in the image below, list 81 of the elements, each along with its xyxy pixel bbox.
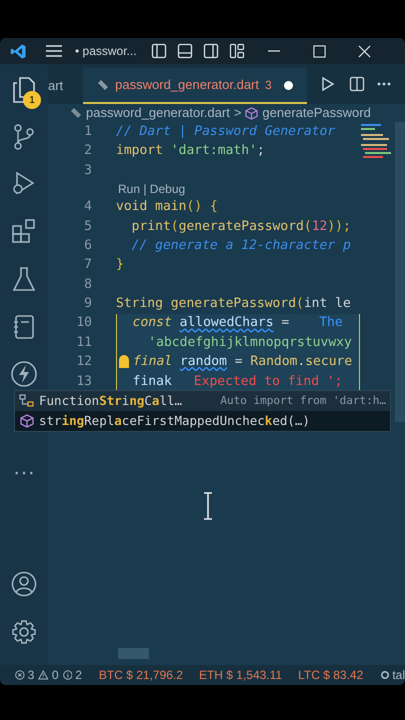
class-icon — [19, 394, 35, 408]
horizontal-scrollbar[interactable] — [118, 648, 149, 659]
info-count[interactable]: 2 — [75, 666, 82, 684]
cube-icon — [19, 414, 35, 428]
code-line: print(generatePassword(12)); — [130, 218, 351, 236]
account-icon[interactable] — [11, 571, 37, 597]
maximize-icon[interactable] — [312, 44, 326, 58]
suggestion-item[interactable]: FunctionStringCall… Auto import from 'dart:h… — [15, 391, 390, 411]
problem-count: 3 — [264, 77, 272, 94]
split-editor-icon[interactable] — [348, 76, 365, 92]
lightning-icon[interactable] — [10, 360, 38, 388]
error-count[interactable]: 3 — [28, 666, 34, 684]
line-number: 8 — [83, 276, 93, 294]
price-ticker[interactable]: BTC $ 21,796.2 — [98, 666, 183, 684]
lightbulb-icon[interactable] — [119, 355, 129, 368]
info-icon — [62, 669, 72, 681]
suggestion-item[interactable]: stringReplaceFirstMappedUnchecked(…) — [15, 411, 390, 431]
line-number: 3 — [83, 162, 93, 180]
code-line: final random = Random.secure — [133, 353, 352, 372]
line-number: 5 — [83, 218, 93, 236]
suggestion-label: FunctionStringCall… — [39, 392, 182, 410]
line-number: 11 — [75, 334, 93, 352]
extensions-icon[interactable] — [11, 218, 37, 244]
cube-icon — [245, 106, 258, 120]
sidebar-layout-icon[interactable] — [150, 43, 167, 59]
close-icon[interactable] — [358, 44, 371, 58]
line-number: 10 — [75, 314, 93, 332]
line-number: 6 — [83, 236, 93, 255]
status-item-icon — [381, 670, 390, 680]
breadcrumb-item[interactable]: password_generator.dart — [86, 103, 230, 123]
line-number: 4 — [83, 198, 93, 216]
editor-tab[interactable]: password_generator.dart 3 — [83, 68, 307, 104]
line-number: 9 — [83, 295, 93, 314]
price-ticker[interactable]: ETH $ 1,543.11 — [198, 666, 282, 684]
tab-label: password_generator.dart — [115, 76, 259, 94]
secondary-sidebar-icon[interactable] — [202, 43, 219, 59]
files-icon[interactable] — [11, 76, 37, 104]
breadcrumb-separator: > — [234, 104, 242, 122]
code-line: void main() { — [116, 198, 218, 216]
code-line: const allowedChars = The — [132, 314, 343, 332]
line-number: 7 — [83, 256, 93, 274]
line-number: 13 — [75, 372, 93, 391]
price-ticker[interactable]: LTC $ 83.42 — [298, 666, 364, 684]
code-lens[interactable]: Run | Debug — [118, 180, 186, 198]
layout-grid-icon[interactable] — [228, 43, 245, 59]
suggestion-label: stringReplaceFirstMappedUnchecked(…) — [39, 412, 310, 430]
window-title: • passwor... — [75, 43, 137, 60]
status-item[interactable]: tal — [392, 666, 405, 684]
run-icon[interactable] — [320, 76, 335, 92]
editor-tab[interactable]: art — [48, 68, 84, 104]
minimap-drawing — [361, 124, 391, 159]
text-cursor-icon — [203, 492, 213, 520]
code-line: finak Expected to find '; — [132, 372, 343, 391]
code-line: String generatePassword(int le — [116, 295, 351, 314]
warning-icon — [38, 669, 49, 681]
code-line: import 'dart:math'; — [116, 142, 265, 160]
warning-count[interactable]: 0 — [52, 666, 59, 684]
notebook-icon[interactable] — [13, 314, 35, 340]
run-debug-icon[interactable] — [11, 170, 37, 196]
settings-icon[interactable] — [11, 619, 37, 645]
breadcrumb-item[interactable]: generatePassword — [262, 103, 371, 123]
panel-layout-icon[interactable] — [176, 43, 193, 59]
notification-badge: 1 — [23, 91, 41, 109]
suggestion-detail: Auto import from 'dart:h… — [219, 392, 386, 409]
code-line: // Dart | Password Generator — [116, 122, 336, 141]
more-button[interactable]: ··· — [13, 462, 35, 482]
dart-file-icon — [70, 107, 82, 119]
code-line: 'abcdefghijklmnopqrstuvwxy — [147, 334, 352, 352]
code-line: // generate a 12-character p — [130, 236, 351, 255]
dart-file-icon — [97, 79, 110, 91]
tab-label: art — [48, 77, 64, 96]
flask-icon[interactable] — [12, 266, 36, 292]
code-line: } — [116, 256, 124, 274]
menu-icon[interactable] — [45, 44, 63, 58]
app-logo-icon[interactable] — [10, 42, 27, 60]
line-number: 2 — [83, 142, 93, 160]
line-number: 1 — [83, 122, 93, 141]
error-icon — [15, 669, 25, 681]
more-actions-icon[interactable] — [376, 82, 391, 86]
source-control-icon[interactable] — [12, 124, 36, 150]
line-number: 12 — [75, 353, 93, 372]
